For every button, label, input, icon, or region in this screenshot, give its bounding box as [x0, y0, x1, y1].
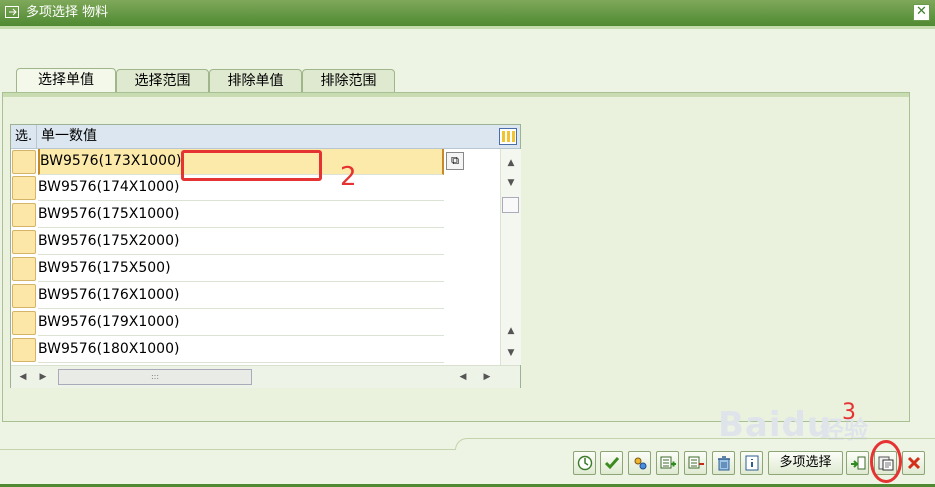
info-button[interactable] [740, 451, 763, 475]
value-input[interactable]: BW9576(175X1000) [38, 202, 444, 228]
value-input[interactable]: BW9576(176X1000) [38, 283, 444, 309]
cancel-icon [907, 456, 921, 470]
row-select-button[interactable] [12, 176, 36, 200]
vertical-scrollbar[interactable]: ▲ ▼ ▲ ▼ [500, 149, 521, 365]
insert-row-icon [660, 456, 676, 469]
execute-icon [577, 455, 593, 471]
scroll-right-end-icon[interactable]: ▶ [481, 371, 493, 383]
value-input[interactable]: BW9576(175X2000) [38, 229, 444, 255]
tab-select-range[interactable]: 选择范围 [116, 69, 209, 92]
row-select-button[interactable] [12, 150, 36, 174]
table-row: BW9576(179X1000) [11, 310, 444, 336]
window-title: 多项选择 物料 [26, 5, 109, 20]
scroll-page-down-icon[interactable]: ▼ [505, 347, 517, 359]
insert-row-button[interactable] [656, 451, 679, 475]
panel-divider [3, 93, 909, 97]
footer-divider [0, 438, 935, 450]
horizontal-scrollbar[interactable]: ◀ ▶ ::: ◀ ▶ [11, 365, 520, 388]
value-input[interactable]: BW9576(175X500) [38, 256, 444, 282]
annotation-highlight-box [181, 150, 322, 181]
delete-row-icon [688, 456, 704, 469]
column-settings-icon[interactable] [499, 128, 517, 145]
import-icon [851, 456, 866, 470]
delete-row-button[interactable] [684, 451, 707, 475]
tab-label: 排除单值 [227, 73, 284, 89]
dialog-icon [5, 6, 19, 18]
row-select-button[interactable] [12, 203, 36, 227]
value-input[interactable]: BW9576(180X1000) [38, 337, 444, 363]
check-icon [604, 457, 620, 470]
window-title-bar: 多项选择 物料 ✕ [0, 0, 935, 26]
cancel-button[interactable] [902, 451, 925, 475]
row-select-button[interactable] [12, 230, 36, 254]
table-row: BW9576(176X1000) [11, 283, 444, 309]
annotation-circle [870, 440, 902, 483]
scroll-page-up-icon[interactable]: ▲ [505, 325, 517, 337]
check-button[interactable] [600, 451, 623, 475]
row-select-button[interactable] [12, 284, 36, 308]
info-icon [745, 455, 759, 471]
table-row: BW9576(175X500) [11, 256, 444, 282]
delete-all-icon [718, 456, 730, 471]
row-select-button[interactable] [12, 311, 36, 335]
tab-select-single[interactable]: 选择单值 [16, 68, 116, 93]
find-button[interactable] [628, 451, 651, 475]
tab-label: 排除范围 [320, 73, 377, 89]
scroll-thumb[interactable] [502, 197, 519, 213]
table-header: 选. 单一数值 [11, 125, 520, 149]
row-select-button[interactable] [12, 338, 36, 362]
close-x-icon[interactable]: ✕ [913, 4, 930, 21]
select-column-header[interactable]: 选. [11, 125, 37, 148]
horizontal-scroll-thumb[interactable]: ::: [58, 369, 252, 385]
tab-exclude-range[interactable]: 排除范围 [302, 69, 395, 92]
scroll-up-icon[interactable]: ▲ [505, 157, 517, 169]
scroll-down-icon[interactable]: ▼ [505, 177, 517, 189]
tab-label: 选择单值 [38, 72, 94, 88]
delete-all-button[interactable] [712, 451, 735, 475]
title-underline [0, 26, 935, 29]
value-input[interactable]: BW9576(179X1000) [38, 310, 444, 336]
annotation-step-3: 3 [842, 400, 856, 425]
multi-select-button[interactable]: 多项选择 [768, 451, 843, 475]
value-help-icon[interactable]: ⧉ [446, 152, 464, 170]
execute-button[interactable] [573, 451, 596, 475]
row-select-button[interactable] [12, 257, 36, 281]
table-row: BW9576(180X1000) [11, 337, 444, 363]
tab-label: 选择范围 [134, 73, 191, 89]
value-column-header[interactable]: 单一数值 [38, 125, 443, 148]
scroll-left-end-icon[interactable]: ◀ [457, 371, 469, 383]
scroll-right-icon[interactable]: ▶ [37, 371, 49, 383]
scroll-left-icon[interactable]: ◀ [17, 371, 29, 383]
import-button[interactable] [846, 451, 869, 475]
table-row: BW9576(175X1000) [11, 202, 444, 228]
table-row: BW9576(175X2000) [11, 229, 444, 255]
annotation-step-2: 2 [340, 162, 357, 192]
find-icon [634, 457, 647, 470]
tab-exclude-single[interactable]: 排除单值 [209, 69, 302, 92]
